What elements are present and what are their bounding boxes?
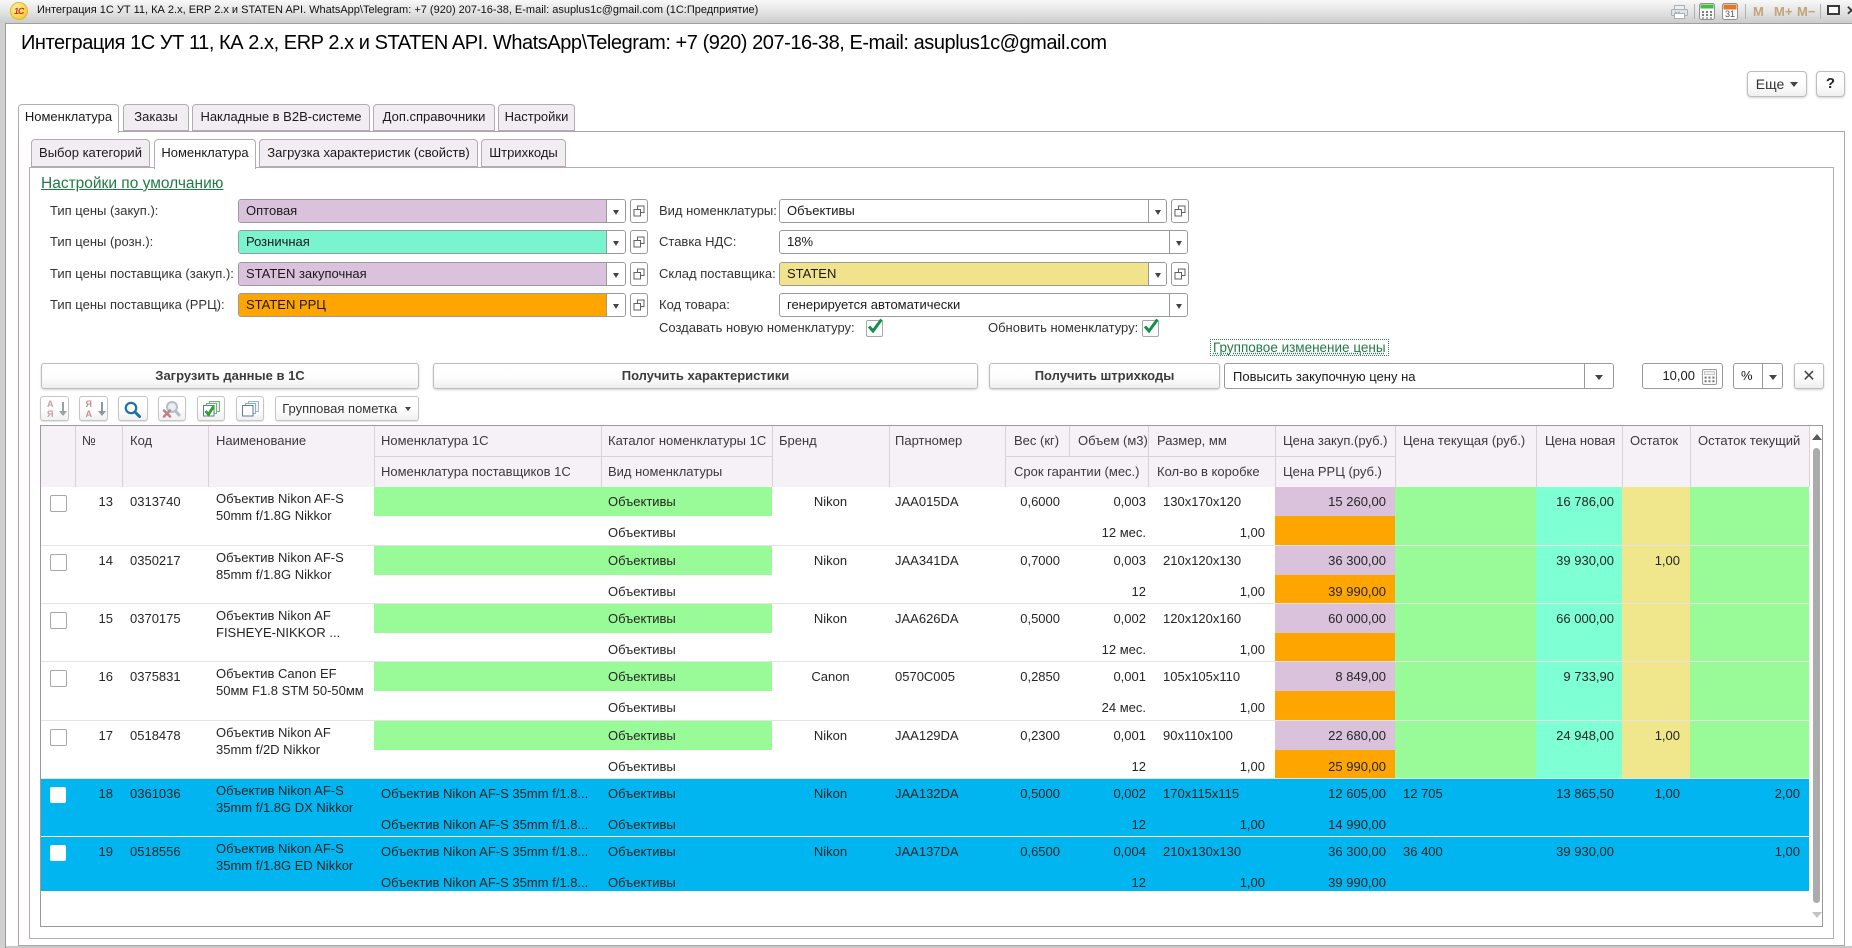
svg-text:31: 31 xyxy=(1725,9,1735,19)
